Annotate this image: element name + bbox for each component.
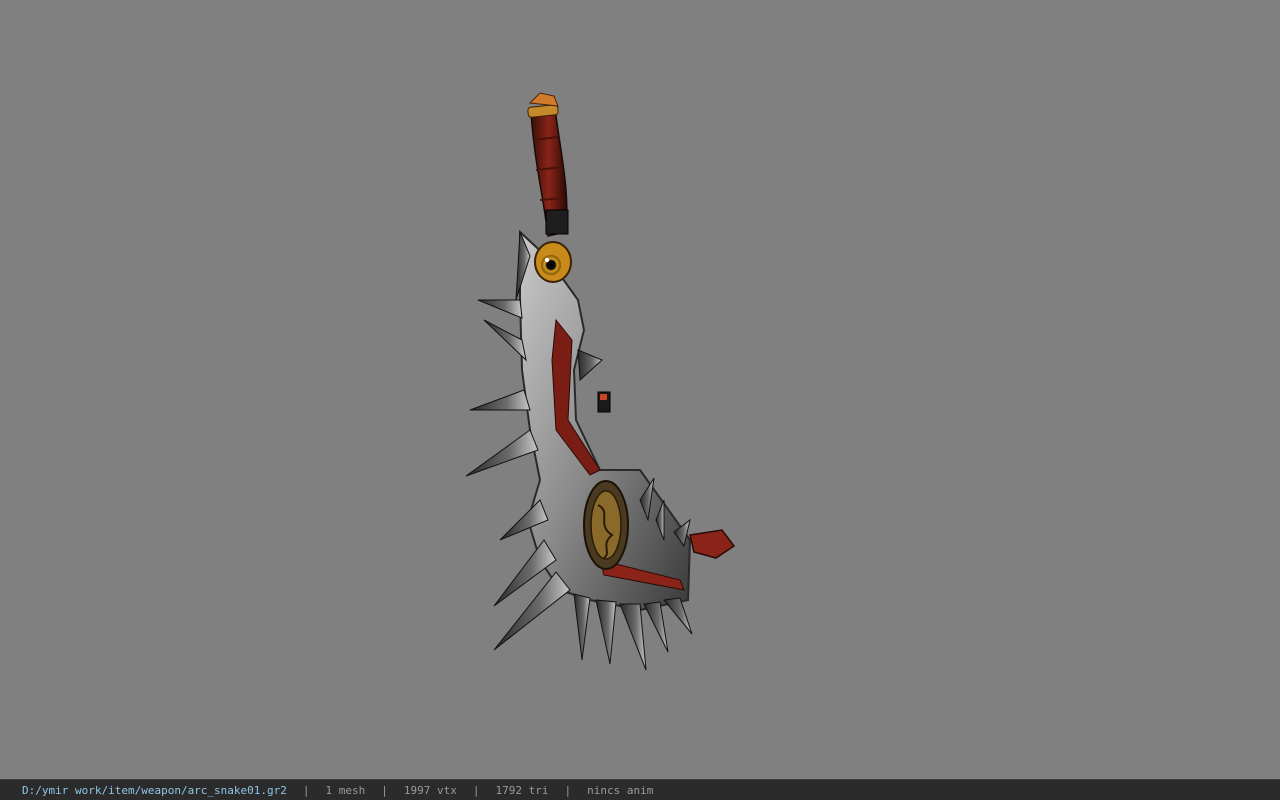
file-path: D:/ymir work/item/weapon/arc_snake01.gr2 bbox=[22, 783, 287, 797]
status-separator: | bbox=[381, 783, 388, 797]
status-separator: | bbox=[302, 783, 310, 797]
vertex-count: 1997 vtx bbox=[403, 783, 457, 797]
mesh-count: 1 mesh bbox=[325, 783, 366, 797]
status-separator: | bbox=[472, 783, 480, 797]
weapon-model-render bbox=[465, 92, 736, 671]
3d-viewport[interactable] bbox=[0, 0, 1280, 779]
triangle-count: 1792 tri bbox=[495, 783, 549, 797]
animation-status: nincs anim bbox=[587, 783, 654, 797]
status-separator: | bbox=[564, 783, 572, 797]
status-bar: D:/ymir work/item/weapon/arc_snake01.gr2… bbox=[0, 779, 1280, 800]
